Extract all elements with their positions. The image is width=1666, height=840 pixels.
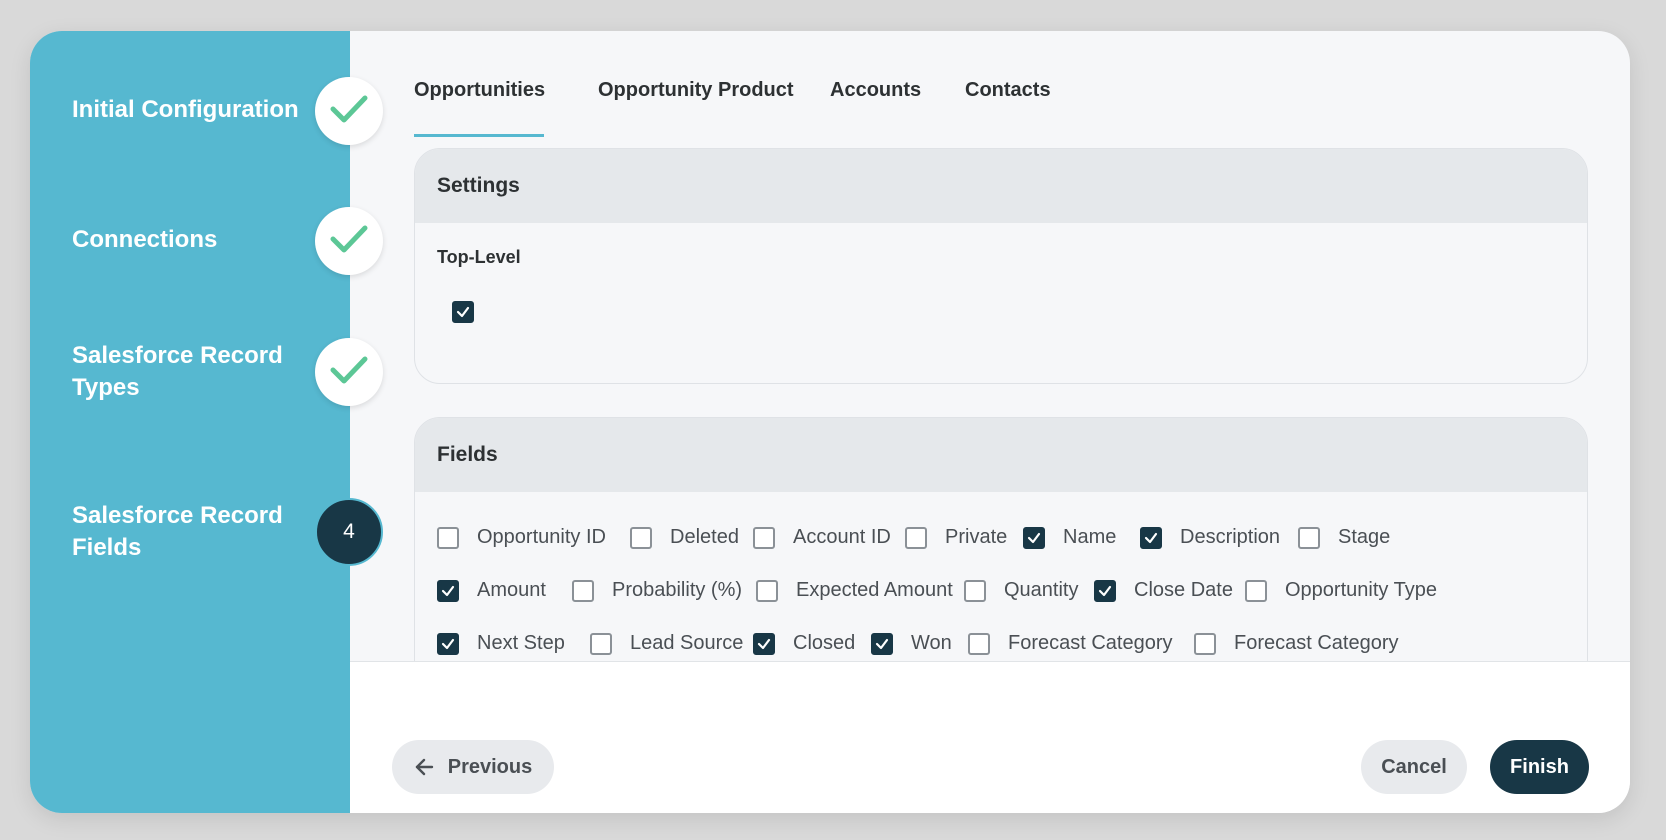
previous-button[interactable]: Previous (392, 740, 554, 794)
active-tab-indicator (414, 134, 544, 137)
field-option-label: Next Step (477, 632, 565, 654)
top-level-checkbox[interactable] (452, 301, 474, 323)
checkbox-unchecked[interactable] (630, 526, 652, 549)
step-label-salesforce-record-types: Salesforce Record Types (72, 342, 283, 401)
field-option[interactable]: Description (1140, 526, 1280, 549)
field-option[interactable]: Opportunity Type (1245, 579, 1437, 602)
checkbox-unchecked[interactable] (968, 632, 990, 655)
field-option-label: Description (1180, 526, 1281, 548)
field-option[interactable]: Forecast Category (1194, 632, 1399, 655)
field-option[interactable]: Private (905, 526, 1007, 549)
checkbox-unchecked[interactable] (753, 526, 775, 549)
field-option-label: Private (945, 526, 1008, 548)
field-option-label: Name (1063, 526, 1117, 548)
checkbox-checked[interactable] (1140, 526, 1162, 549)
tab-contacts[interactable]: Contacts (965, 79, 1051, 102)
checkbox-checked[interactable] (437, 632, 459, 655)
previous-label: Previous (447, 755, 533, 778)
tab-opportunity-product[interactable]: Opportunity Product (598, 79, 794, 102)
settings-panel: Settings Top-Level (414, 148, 1588, 384)
field-option-label: Closed (793, 632, 856, 654)
step-label-salesforce-record-fields: Salesforce Record Fields (72, 502, 283, 561)
tab-accounts[interactable]: Accounts (830, 79, 921, 102)
steps-sidebar: Initial Configuration Connections Salesf… (30, 31, 383, 813)
checkbox-unchecked[interactable] (964, 579, 986, 602)
field-option[interactable]: Forecast Category (968, 632, 1173, 655)
field-option[interactable]: Account ID (753, 526, 891, 549)
field-option[interactable]: Deleted (630, 526, 739, 549)
field-option-label: Expected Amount (796, 579, 953, 601)
field-option[interactable]: Name (1023, 526, 1116, 549)
field-option-label: Opportunity Type (1285, 579, 1437, 601)
checkbox-checked[interactable] (1023, 526, 1045, 549)
scroll-area[interactable]: Opportunities Opportunity Product Accoun… (350, 31, 1630, 661)
wizard-dialog: Initial Configuration Connections Salesf… (30, 31, 1630, 813)
field-option[interactable]: Opportunity ID (437, 526, 606, 549)
fields-panel: Fields Opportunity ID Deleted Account ID Pr… (414, 417, 1588, 661)
field-option[interactable]: Next Step (437, 632, 565, 655)
field-option-label: Deleted (670, 526, 739, 548)
tab-opportunities[interactable]: Opportunities (414, 79, 545, 102)
field-option[interactable]: Closed (753, 632, 855, 655)
checkbox-checked[interactable] (1094, 579, 1116, 602)
checkbox-unchecked[interactable] (437, 526, 459, 549)
step-label-connections: Connections (72, 226, 218, 253)
field-option[interactable]: Expected Amount (756, 579, 953, 602)
field-option-label: Probability (%) (612, 579, 743, 601)
field-option-label: Opportunity ID (477, 526, 606, 548)
field-option-label: Amount (477, 579, 546, 601)
field-option-label: Forecast Category (1234, 632, 1399, 654)
checkbox-unchecked[interactable] (1298, 526, 1320, 549)
field-option-label: Close Date (1134, 579, 1233, 601)
field-option-label: Account ID (793, 526, 891, 548)
checkbox-unchecked[interactable] (905, 526, 927, 549)
field-option[interactable]: Probability (%) (572, 579, 742, 602)
step-label-initial-configuration: Initial Configuration (72, 96, 299, 123)
checkbox-unchecked[interactable] (1194, 632, 1216, 655)
fields-title: Fields (415, 418, 1587, 492)
checkbox-checked[interactable] (753, 632, 775, 655)
main-content: Opportunities Opportunity Product Accoun… (350, 31, 1630, 813)
field-option[interactable]: Close Date (1094, 579, 1233, 602)
finish-button[interactable]: Finish (1490, 740, 1589, 794)
field-option[interactable]: Stage (1298, 526, 1390, 549)
field-option[interactable]: Lead Source (590, 632, 743, 655)
field-option-label: Stage (1338, 526, 1391, 548)
field-option-label: Won (911, 632, 952, 654)
arrow-left-icon (414, 758, 434, 776)
checkbox-unchecked[interactable] (756, 579, 778, 602)
top-level-label: Top-Level (437, 247, 521, 267)
checkbox-checked[interactable] (437, 579, 459, 602)
cancel-button[interactable]: Cancel (1361, 740, 1467, 794)
field-option-label: Forecast Category (1008, 632, 1173, 654)
checkbox-unchecked[interactable] (590, 632, 612, 655)
field-option-label: Quantity (1004, 579, 1079, 601)
checkbox-unchecked[interactable] (572, 579, 594, 602)
field-option[interactable]: Quantity (964, 579, 1078, 602)
wizard-footer: Previous Cancel Finish (350, 661, 1630, 813)
settings-title: Settings (415, 149, 1587, 223)
field-option[interactable]: Amount (437, 579, 546, 602)
checkbox-unchecked[interactable] (1245, 579, 1267, 602)
field-option[interactable]: Won (871, 632, 952, 655)
checkbox-checked[interactable] (871, 632, 893, 655)
field-option-label: Lead Source (630, 632, 744, 654)
